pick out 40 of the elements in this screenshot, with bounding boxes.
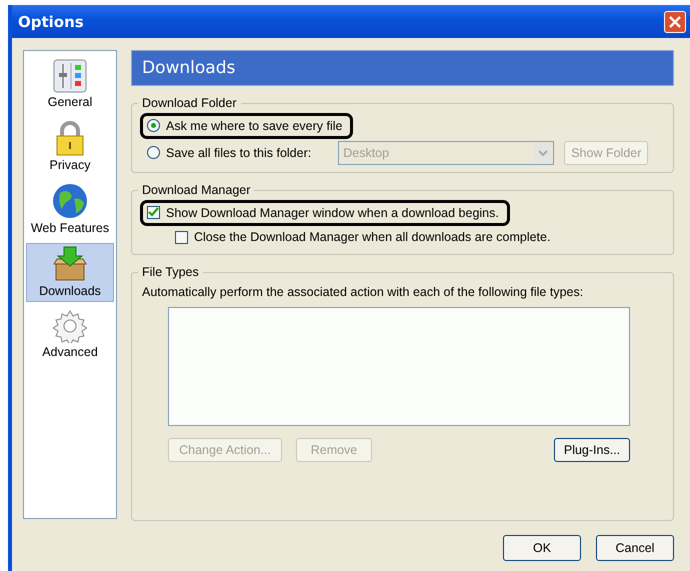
sidebar-label: Downloads [39, 284, 101, 298]
group-legend: Download Manager [138, 183, 254, 197]
group-legend: File Types [138, 265, 203, 279]
option-label: Close the Download Manager when all downloads are complete. [194, 230, 550, 244]
dialog-button[interactable]: Cancel [596, 535, 674, 561]
option-label: Ask me where to save every file [166, 118, 342, 132]
globe-icon [52, 183, 88, 219]
sidebar-item[interactable]: Privacy [26, 117, 114, 176]
radio-option[interactable]: Ask me where to save every file [140, 112, 354, 138]
option-label: Show Download Manager window when a download begins. [166, 206, 499, 220]
padlock-icon [55, 120, 85, 156]
action-button[interactable]: Plug-Ins... [554, 438, 630, 462]
radio-button[interactable] [147, 119, 160, 132]
sidebar-label: Privacy [50, 158, 90, 172]
download-box-icon [52, 246, 88, 282]
dialog-button[interactable]: OK [503, 535, 581, 561]
option-label: Save all files to this folder: [166, 146, 312, 160]
window-title: Options [18, 12, 84, 30]
radio-button[interactable] [147, 146, 160, 159]
checkbox-option[interactable]: Show Download Manager window when a download begins. [140, 200, 510, 226]
radio-option[interactable]: Save all files to this folder: [140, 140, 322, 166]
checkbox[interactable] [175, 230, 188, 244]
sidebar-item[interactable]: Downloads [26, 243, 114, 302]
group-legend: Download Folder [138, 96, 240, 110]
description-text: Automatically perform the associated action with each of the following file types: [142, 285, 584, 299]
sidebar-item[interactable]: Advanced [26, 306, 114, 363]
panel-title: Downloads [142, 58, 236, 78]
checkbox-option[interactable]: Close the Download Manager when all downloads are complete. [168, 224, 562, 250]
sidebar-label: General [48, 95, 92, 109]
sidebar-item[interactable]: General [26, 56, 114, 113]
sliders-icon [53, 59, 87, 93]
gear-icon [53, 309, 87, 343]
checkbox[interactable] [147, 206, 160, 219]
close-icon [668, 14, 682, 28]
checkmark-icon [148, 207, 159, 218]
sidebar-label: Web Features [30, 221, 110, 235]
sidebar-label: Advanced [42, 345, 98, 359]
close-button[interactable] [664, 10, 686, 32]
sidebar-item[interactable]: Web Features [26, 180, 114, 239]
file-types-list[interactable] [168, 307, 630, 426]
